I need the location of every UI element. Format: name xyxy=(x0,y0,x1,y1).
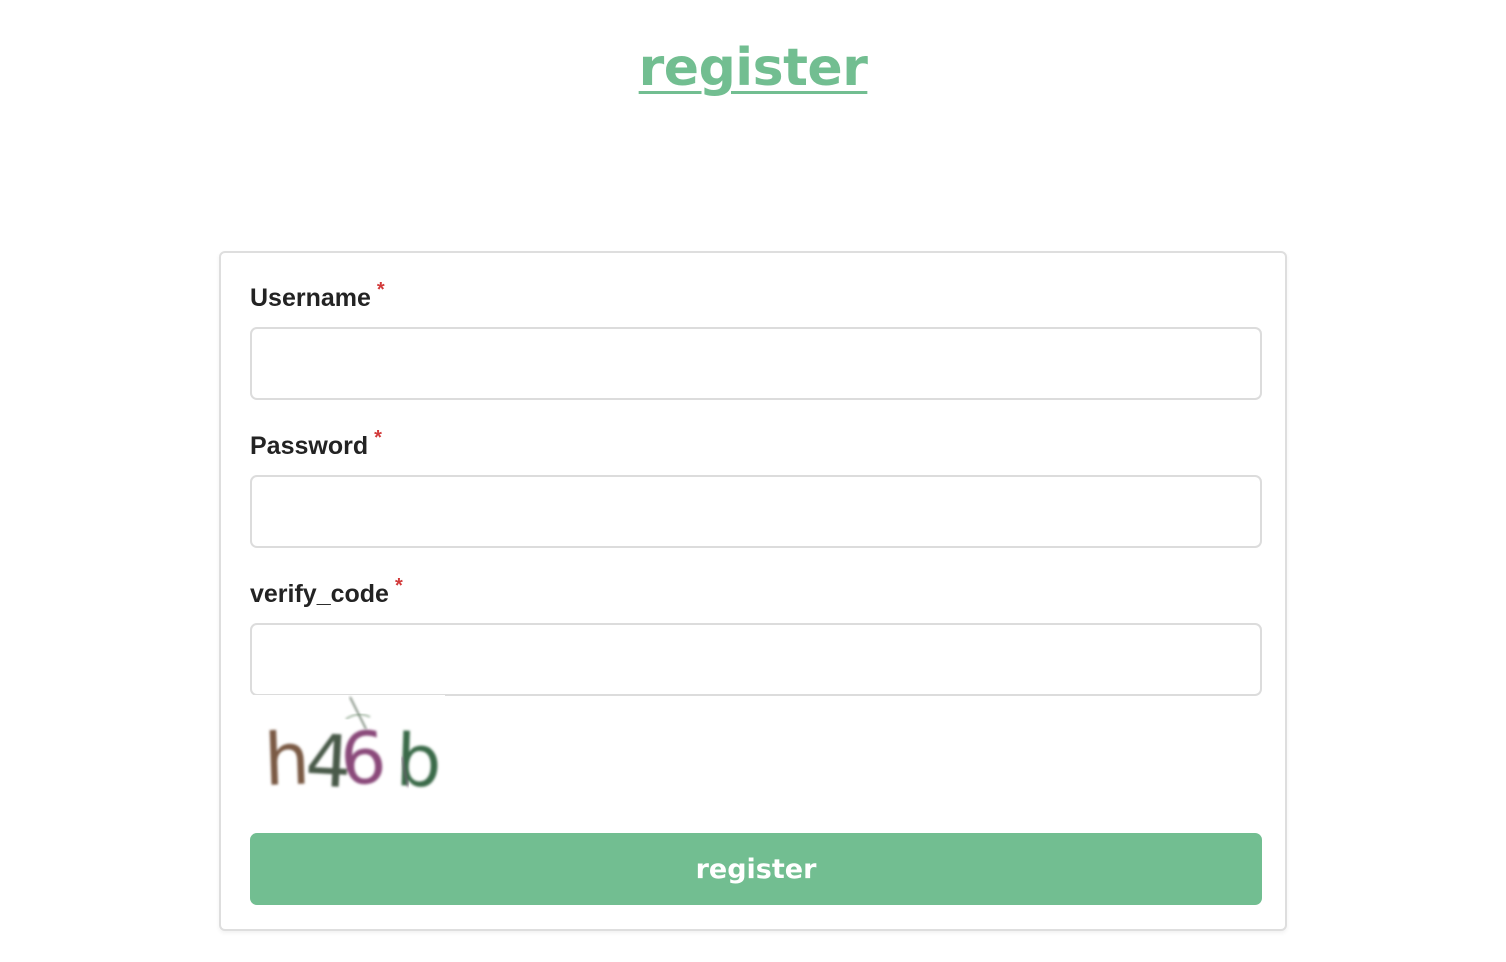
captcha-char: b xyxy=(394,718,443,795)
page-title-link[interactable]: register xyxy=(639,36,868,100)
required-asterisk: * xyxy=(374,427,382,449)
required-asterisk: * xyxy=(394,575,403,597)
register-page: register Username * Password * verify_code… xyxy=(0,0,1506,962)
verify-code-label: verify_code * xyxy=(250,575,403,611)
password-input[interactable] xyxy=(250,475,1262,548)
username-label: Username * xyxy=(250,279,385,315)
verify-code-label-text: verify_code xyxy=(250,580,389,608)
register-form: Username* Password* verify_code* h46b xyxy=(219,251,1287,931)
captcha-image[interactable]: h46 b xyxy=(250,695,445,795)
verify-code-input[interactable] xyxy=(250,623,1262,696)
password-label-text: Password xyxy=(250,432,369,460)
captcha-text: h46 b xyxy=(263,715,443,795)
password-label: Password * xyxy=(250,427,382,463)
username-label-text: Username xyxy=(250,284,371,312)
register-button[interactable]: register xyxy=(250,833,1262,905)
required-asterisk: * xyxy=(376,279,385,301)
title-wrapper: register xyxy=(0,36,1506,100)
username-input[interactable] xyxy=(250,327,1262,400)
captcha-char: 6 xyxy=(337,715,389,795)
